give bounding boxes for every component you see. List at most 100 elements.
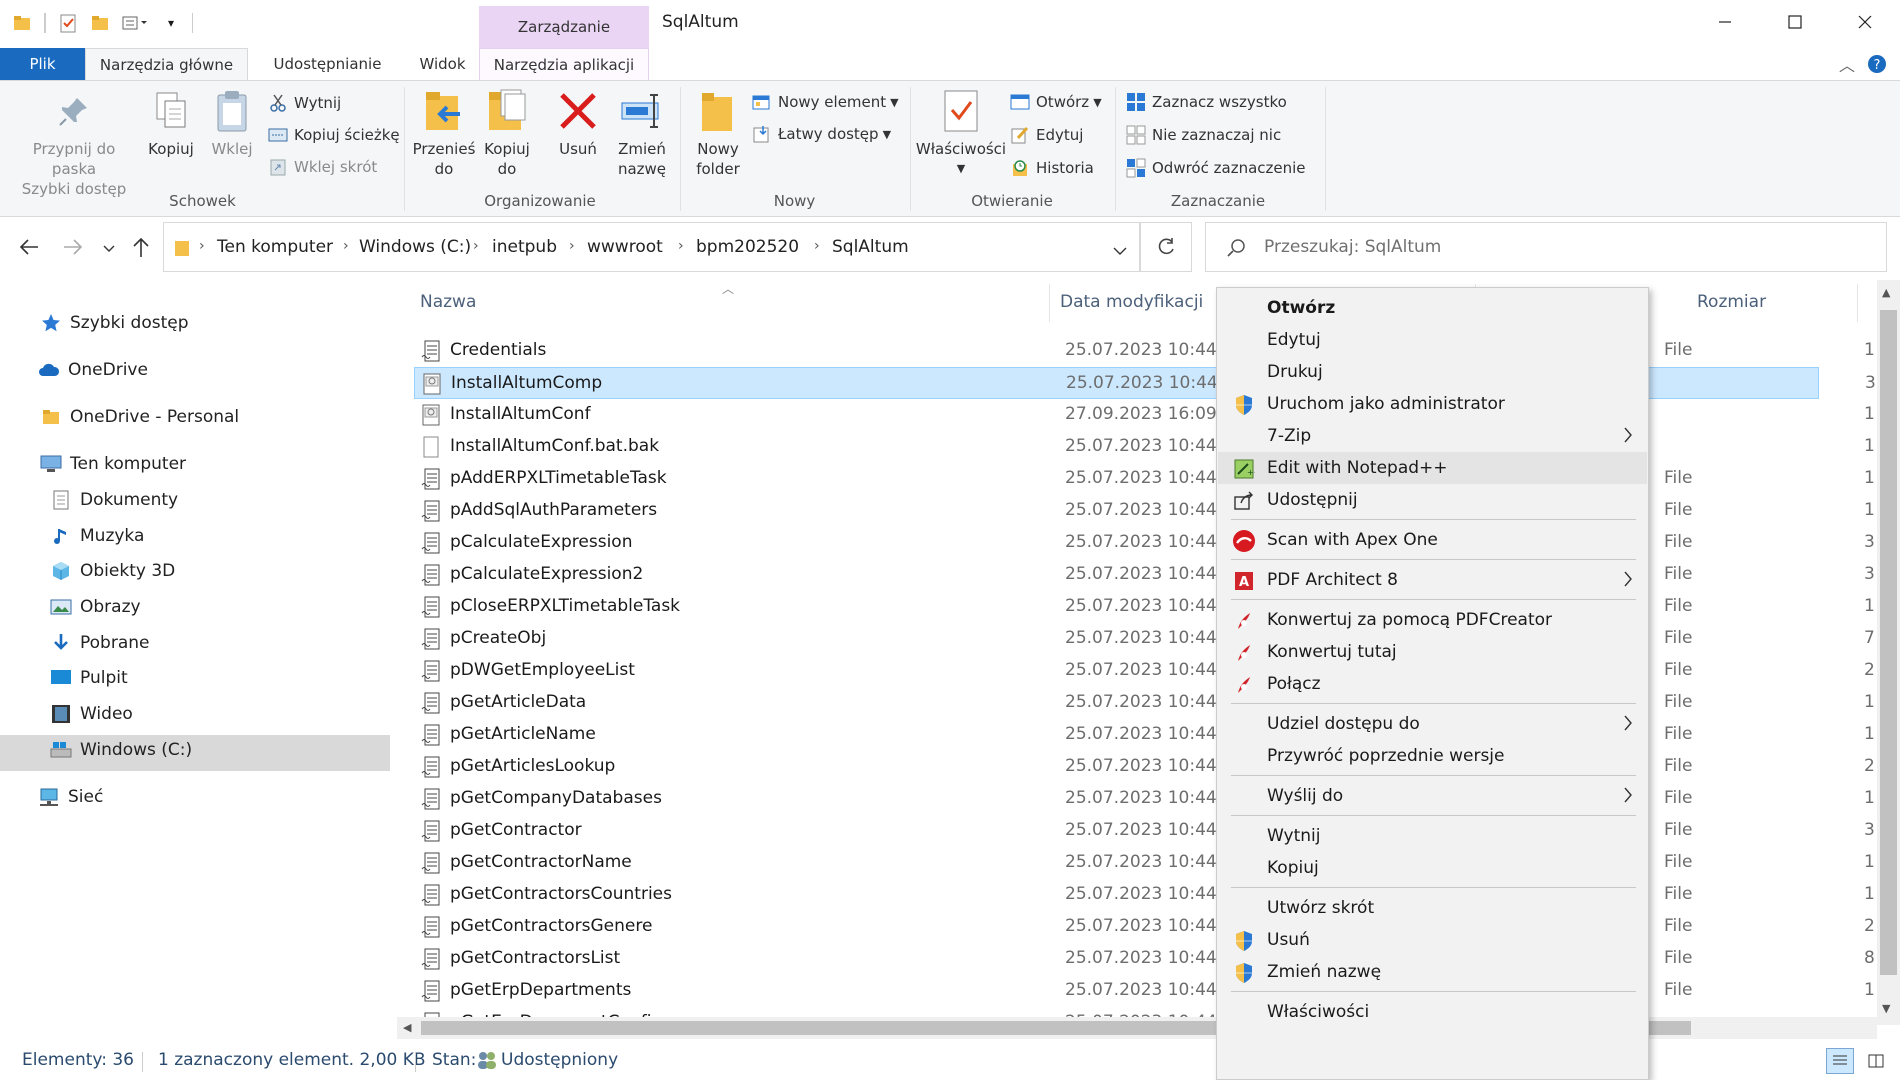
nav-item-muzyka[interactable]: Muzyka	[50, 518, 144, 554]
edit-button[interactable]: Edytuj	[1010, 122, 1083, 148]
scroll-up-arrow-icon[interactable]: ▲	[1882, 286, 1890, 299]
scroll-down-arrow-icon[interactable]: ▼	[1882, 1002, 1890, 1015]
breadcrumb-inetpub[interactable]: inetpub	[492, 237, 557, 257]
select-all-button[interactable]: Zaznacz wszystko	[1126, 89, 1287, 115]
column-divider	[1049, 284, 1050, 322]
recent-locations-chevron-icon[interactable]	[103, 242, 115, 256]
forward-arrow-icon[interactable]	[62, 236, 84, 264]
nav-item-dokumenty[interactable]: Dokumenty	[50, 482, 178, 518]
menu-item-zmień-nazwę[interactable]: Zmień nazwę	[1218, 956, 1647, 988]
copy-path-button[interactable]: Kopiuj ścieżkę	[268, 122, 400, 148]
search-box[interactable]: Przeszukaj: SqlAltum	[1205, 222, 1887, 272]
large-icons-view-button[interactable]	[1862, 1048, 1890, 1074]
menu-item-właściwości[interactable]: Właściwości	[1218, 996, 1647, 1028]
menu-item-udostępnij[interactable]: Udostępnij	[1218, 484, 1647, 516]
file-date: 25.07.2023 10:44	[1066, 373, 1218, 393]
menu-item-wytnij[interactable]: Wytnij	[1218, 820, 1647, 852]
copy-to-button[interactable]: Kopiuj do	[476, 87, 538, 179]
vertical-scrollbar[interactable]: ▲ ▼	[1877, 280, 1900, 1025]
close-button[interactable]	[1830, 0, 1900, 44]
copy-button[interactable]: Kopiuj	[144, 87, 198, 159]
properties-quick-icon[interactable]	[56, 10, 80, 36]
new-folder-button[interactable]: Nowy folder	[688, 87, 748, 179]
breadcrumb-bpm202520[interactable]: bpm202520	[696, 237, 799, 257]
scrollbar-thumb[interactable]	[1880, 310, 1897, 975]
nav-item-szybki-dostęp[interactable]: Szybki dostęp	[40, 305, 189, 341]
select-none-button[interactable]: Nie zaznaczaj nic	[1126, 122, 1281, 148]
tab-share[interactable]: Udostępnianie	[250, 48, 405, 80]
breadcrumb-this-pc[interactable]: Ten komputer	[217, 237, 333, 257]
menu-item-utwórz-skrót[interactable]: Utwórz skrót	[1218, 892, 1647, 924]
menu-item-wyślij-do[interactable]: Wyślij do	[1218, 780, 1647, 812]
collapse-ribbon-icon[interactable]: ︿	[1835, 48, 1859, 80]
menu-item-edit-with-notepad++[interactable]: ++ Edit with Notepad++	[1218, 452, 1647, 484]
menu-item-przywróć-poprzednie-wersje[interactable]: Przywróć poprzednie wersje	[1218, 740, 1647, 772]
search-input[interactable]: Przeszukaj: SqlAltum	[1264, 237, 1441, 257]
open-button[interactable]: Otwórz ▼	[1010, 89, 1102, 115]
pin-quick-access-button[interactable]: Przypnij do paska Szybki dostęp	[10, 87, 138, 199]
nav-item-pulpit[interactable]: Pulpit	[50, 660, 128, 696]
menu-item-7-zip[interactable]: 7-Zip	[1218, 420, 1647, 452]
column-header-name[interactable]: Nazwa	[420, 292, 476, 312]
sql-script-file-icon	[421, 948, 441, 970]
maximize-button[interactable]	[1760, 0, 1830, 44]
menu-item-edytuj[interactable]: Edytuj	[1218, 324, 1647, 356]
window-title: SqlAltum	[662, 12, 739, 32]
menu-item-otwórz[interactable]: Otwórz	[1218, 292, 1647, 324]
column-header-size[interactable]: Rozmiar	[1697, 292, 1766, 312]
menu-item-kopiuj[interactable]: Kopiuj	[1218, 852, 1647, 884]
paste-shortcut-button[interactable]: Wklej skrót	[268, 154, 377, 180]
menu-item-scan-with-apex-one[interactable]: Scan with Apex One	[1218, 524, 1647, 556]
customize-quick-access-icon[interactable]	[120, 10, 154, 36]
refresh-button[interactable]	[1140, 222, 1192, 272]
nav-item-onedrive-personal[interactable]: OneDrive - Personal	[40, 399, 239, 435]
nav-item-pobrane[interactable]: Pobrane	[50, 625, 149, 661]
details-view-button[interactable]	[1826, 1048, 1854, 1074]
menu-item-drukuj[interactable]: Drukuj	[1218, 356, 1647, 388]
menu-item-label: Zmień nazwę	[1267, 962, 1382, 982]
menu-item-usuń[interactable]: Usuń	[1218, 924, 1647, 956]
column-header-date[interactable]: Data modyfikacji	[1060, 292, 1203, 312]
breadcrumb-sqlaltum[interactable]: SqlAltum	[832, 237, 909, 257]
breadcrumb-drive-c[interactable]: Windows (C:)	[359, 237, 471, 257]
nav-item-obrazy[interactable]: Obrazy	[50, 589, 141, 625]
minimize-button[interactable]	[1690, 0, 1760, 44]
nav-item-ten-komputer[interactable]: Ten komputer	[40, 446, 186, 482]
nav-item-obiekty-3d[interactable]: Obiekty 3D	[50, 553, 175, 589]
new-item-button[interactable]: Nowy element ▼	[752, 89, 899, 115]
menu-item-uruchom-jako-administrator[interactable]: Uruchom jako administrator	[1218, 388, 1647, 420]
address-box[interactable]: › Ten komputer › Windows (C:) › inetpub …	[163, 222, 1140, 272]
move-to-icon	[422, 87, 466, 135]
menu-item-udziel-dostępu-do[interactable]: Udziel dostępu do	[1218, 708, 1647, 740]
nav-item-wideo[interactable]: Wideo	[50, 696, 133, 732]
menu-item-konwertuj-tutaj[interactable]: Konwertuj tutaj	[1218, 636, 1647, 668]
nav-item-sieć[interactable]: Sieć	[38, 779, 103, 815]
tab-file[interactable]: Plik	[0, 48, 85, 80]
tab-application-tools[interactable]: Narzędzia aplikacji	[479, 48, 649, 80]
scroll-left-arrow-icon[interactable]: ◀	[403, 1021, 411, 1034]
nav-item-windows-c-[interactable]: Windows (C:)	[50, 732, 192, 768]
nav-item-onedrive[interactable]: OneDrive	[38, 352, 148, 388]
tab-view[interactable]: Widok	[405, 48, 480, 80]
cut-button[interactable]: Wytnij	[268, 90, 341, 116]
address-dropdown-chevron-icon[interactable]	[1113, 241, 1127, 260]
back-arrow-icon[interactable]	[18, 236, 40, 264]
menu-item-konwertuj-za-pomocą-pdfcreator[interactable]: Konwertuj za pomocą PDFCreator	[1218, 604, 1647, 636]
history-button[interactable]: Historia	[1010, 155, 1094, 181]
delete-button[interactable]: Usuń	[550, 87, 606, 159]
horizontal-scrollbar[interactable]: ◀	[397, 1017, 1877, 1039]
menu-item-pdf-architect-8[interactable]: A PDF Architect 8	[1218, 564, 1647, 596]
move-to-button[interactable]: Przenieś do	[410, 87, 478, 179]
properties-button[interactable]: Właściwości ▼	[916, 87, 1006, 179]
new-folder-quick-icon[interactable]	[88, 10, 112, 36]
invert-selection-button[interactable]: Odwróć zaznaczenie	[1126, 155, 1306, 181]
easy-access-button[interactable]: Łatwy dostęp ▼	[752, 121, 891, 147]
up-arrow-icon[interactable]	[130, 236, 152, 264]
rename-button[interactable]: Zmień nazwę	[613, 87, 671, 179]
menu-item-połącz[interactable]: Połącz	[1218, 668, 1647, 700]
dropdown-arrow-icon[interactable]: ▾	[162, 10, 180, 36]
help-icon[interactable]: ?	[1865, 48, 1889, 80]
breadcrumb-wwwroot[interactable]: wwwroot	[587, 237, 663, 257]
paste-button[interactable]: Wklej	[205, 87, 259, 159]
tab-home[interactable]: Narzędzia główne	[85, 48, 248, 81]
